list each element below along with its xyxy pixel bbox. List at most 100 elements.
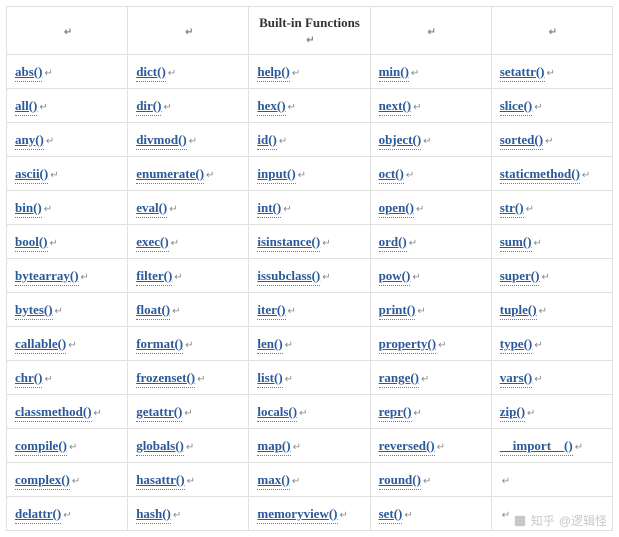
function-link[interactable]: zip() [500,404,525,419]
function-link[interactable]: super() [500,268,540,283]
table-row: bool()↵exec()↵isinstance()↵ord()↵sum()↵ [7,225,613,259]
table-row: any()↵divmod()↵id()↵object()↵sorted()↵ [7,123,613,157]
function-link[interactable]: reversed() [379,438,435,453]
function-link[interactable]: iter() [257,302,285,317]
function-link[interactable]: isinstance() [257,234,320,249]
function-link[interactable]: setattr() [500,64,545,79]
function-link[interactable]: open() [379,200,414,215]
function-link[interactable]: range() [379,370,419,385]
function-link[interactable]: len() [257,336,282,351]
function-link[interactable]: tuple() [500,302,537,317]
table-cell: frozenset()↵ [128,361,249,395]
function-link[interactable]: min() [379,64,409,79]
function-link[interactable]: globals() [136,438,184,453]
function-link[interactable]: input() [257,166,295,181]
function-link[interactable]: object() [379,132,422,147]
function-link[interactable]: bool() [15,234,48,249]
function-link[interactable]: classmethod() [15,404,92,419]
function-link[interactable]: sorted() [500,132,543,147]
newline-marker: ↵ [438,340,446,351]
function-link[interactable]: complex() [15,472,70,487]
function-link[interactable]: next() [379,98,412,113]
table-cell: hasattr()↵ [128,463,249,497]
function-link[interactable]: str() [500,200,524,215]
table-cell: sum()↵ [491,225,612,259]
function-link[interactable]: exec() [136,234,168,249]
function-link[interactable]: dict() [136,64,166,79]
newline-marker: ↵ [44,374,52,385]
function-link[interactable]: int() [257,200,281,215]
table-cell: abs()↵ [7,55,128,89]
newline-marker: ↵ [184,408,192,419]
function-link[interactable]: abs() [15,64,42,79]
function-link[interactable]: round() [379,472,421,487]
newline-marker: ↵ [416,204,424,215]
function-link[interactable]: hash() [136,506,171,521]
function-link[interactable]: eval() [136,200,167,215]
function-link[interactable]: divmod() [136,132,187,147]
function-link[interactable]: print() [379,302,416,317]
function-link[interactable]: pow() [379,268,411,283]
function-link[interactable]: list() [257,370,282,385]
header-col-title: Built-in Functions↵ [249,7,370,55]
function-link[interactable]: getattr() [136,404,182,419]
function-link[interactable]: repr() [379,404,412,419]
newline-marker: ↵ [406,170,414,181]
function-link[interactable]: map() [257,438,290,453]
function-link[interactable]: bytes() [15,302,53,317]
function-link[interactable]: hex() [257,98,285,113]
newline-marker: ↵ [413,102,421,113]
table-cell: compile()↵ [7,429,128,463]
table-cell: classmethod()↵ [7,395,128,429]
function-link[interactable]: delattr() [15,506,61,521]
function-link[interactable]: filter() [136,268,172,283]
function-link[interactable]: help() [257,64,290,79]
table-cell: float()↵ [128,293,249,327]
function-link[interactable]: locals() [257,404,297,419]
function-link[interactable]: compile() [15,438,67,453]
function-link[interactable]: frozenset() [136,370,195,385]
function-link[interactable]: issubclass() [257,268,320,283]
table-cell: print()↵ [370,293,491,327]
function-link[interactable]: float() [136,302,170,317]
newline-marker: ↵ [46,136,54,147]
function-link[interactable]: set() [379,506,403,521]
function-link[interactable]: oct() [379,166,404,181]
newline-marker: ↵ [55,306,63,317]
function-link[interactable]: property() [379,336,437,351]
newline-marker: ↵ [173,510,181,521]
function-link[interactable]: all() [15,98,37,113]
function-link[interactable]: any() [15,132,44,147]
newline-marker: ↵ [44,204,52,215]
table-cell: isinstance()↵ [249,225,370,259]
function-link[interactable]: vars() [500,370,533,385]
table-cell: setattr()↵ [491,55,612,89]
function-link[interactable]: callable() [15,336,66,351]
function-link[interactable]: hasattr() [136,472,184,487]
watermark-source: 知乎 [531,512,555,529]
newline-marker: ↵ [185,27,193,38]
function-link[interactable]: bin() [15,200,42,215]
function-link[interactable]: ascii() [15,166,48,181]
function-link[interactable]: sum() [500,234,532,249]
function-link[interactable]: id() [257,132,277,147]
function-link[interactable]: format() [136,336,183,351]
newline-marker: ↵ [69,442,77,453]
function-link[interactable]: type() [500,336,533,351]
table-cell: all()↵ [7,89,128,123]
newline-marker: ↵ [50,170,58,181]
function-link[interactable]: __import__() [500,438,573,453]
function-link[interactable]: ord() [379,234,407,249]
function-link[interactable]: enumerate() [136,166,204,181]
header-col-5: ↵ [491,7,612,55]
newline-marker: ↵ [539,306,547,317]
table-cell: iter()↵ [249,293,370,327]
table-cell: pow()↵ [370,259,491,293]
function-link[interactable]: chr() [15,370,42,385]
function-link[interactable]: max() [257,472,290,487]
function-link[interactable]: staticmethod() [500,166,580,181]
function-link[interactable]: memoryview() [257,506,337,521]
function-link[interactable]: bytearray() [15,268,79,283]
function-link[interactable]: slice() [500,98,532,113]
function-link[interactable]: dir() [136,98,161,113]
